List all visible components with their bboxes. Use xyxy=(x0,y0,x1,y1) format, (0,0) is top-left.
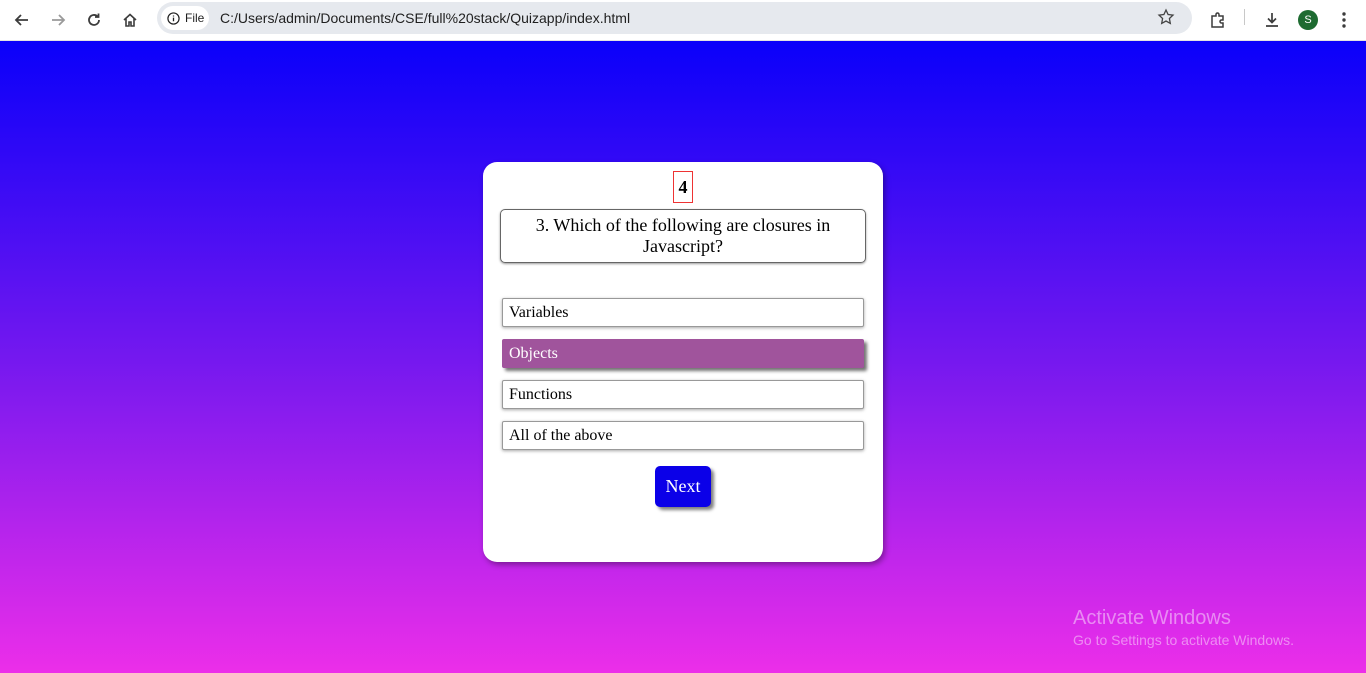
option-variables[interactable]: Variables xyxy=(502,298,864,327)
download-icon xyxy=(1266,13,1278,27)
activate-windows-watermark: Activate Windows Go to Settings to activ… xyxy=(1073,606,1294,650)
page-background: 4 3. Which of the following are closures… xyxy=(0,41,1366,673)
toolbar-divider xyxy=(1244,9,1245,25)
option-all-of-the-above[interactable]: All of the above xyxy=(502,421,864,450)
menu-button[interactable] xyxy=(1329,5,1359,35)
option-functions[interactable]: Functions xyxy=(502,380,864,409)
home-icon xyxy=(123,13,137,27)
kebab-menu-icon xyxy=(1342,12,1346,28)
downloads-button[interactable] xyxy=(1257,5,1287,35)
info-icon xyxy=(167,11,180,25)
next-button[interactable]: Next xyxy=(655,466,711,507)
site-info-chip[interactable]: File xyxy=(161,6,209,30)
watermark-subtitle: Go to Settings to activate Windows. xyxy=(1073,632,1294,648)
quiz-card: 4 3. Which of the following are closures… xyxy=(483,162,883,562)
url-text[interactable]: C:/Users/admin/Documents/CSE/full%20stac… xyxy=(220,10,630,26)
question-text: 3. Which of the following are closures i… xyxy=(500,209,866,263)
watermark-title: Activate Windows xyxy=(1073,607,1231,629)
reload-icon xyxy=(88,13,100,26)
star-icon xyxy=(1157,8,1175,25)
avatar: S xyxy=(1298,10,1318,30)
back-arrow-icon xyxy=(14,14,28,26)
browser-toolbar: File C:/Users/admin/Documents/CSE/full%2… xyxy=(0,0,1366,41)
forward-button[interactable] xyxy=(43,5,73,35)
home-button[interactable] xyxy=(115,5,145,35)
forward-arrow-icon xyxy=(52,14,66,26)
puzzle-icon xyxy=(1211,12,1224,28)
profile-button[interactable]: S xyxy=(1293,5,1323,35)
bookmark-star-button[interactable] xyxy=(1157,8,1175,31)
option-objects[interactable]: Objects xyxy=(502,339,864,368)
reload-button[interactable] xyxy=(79,5,109,35)
file-label: File xyxy=(185,11,205,25)
timer-display: 4 xyxy=(673,171,693,203)
address-bar[interactable]: File C:/Users/admin/Documents/CSE/full%2… xyxy=(157,2,1192,34)
extensions-button[interactable] xyxy=(1203,5,1233,35)
back-button[interactable] xyxy=(7,5,37,35)
